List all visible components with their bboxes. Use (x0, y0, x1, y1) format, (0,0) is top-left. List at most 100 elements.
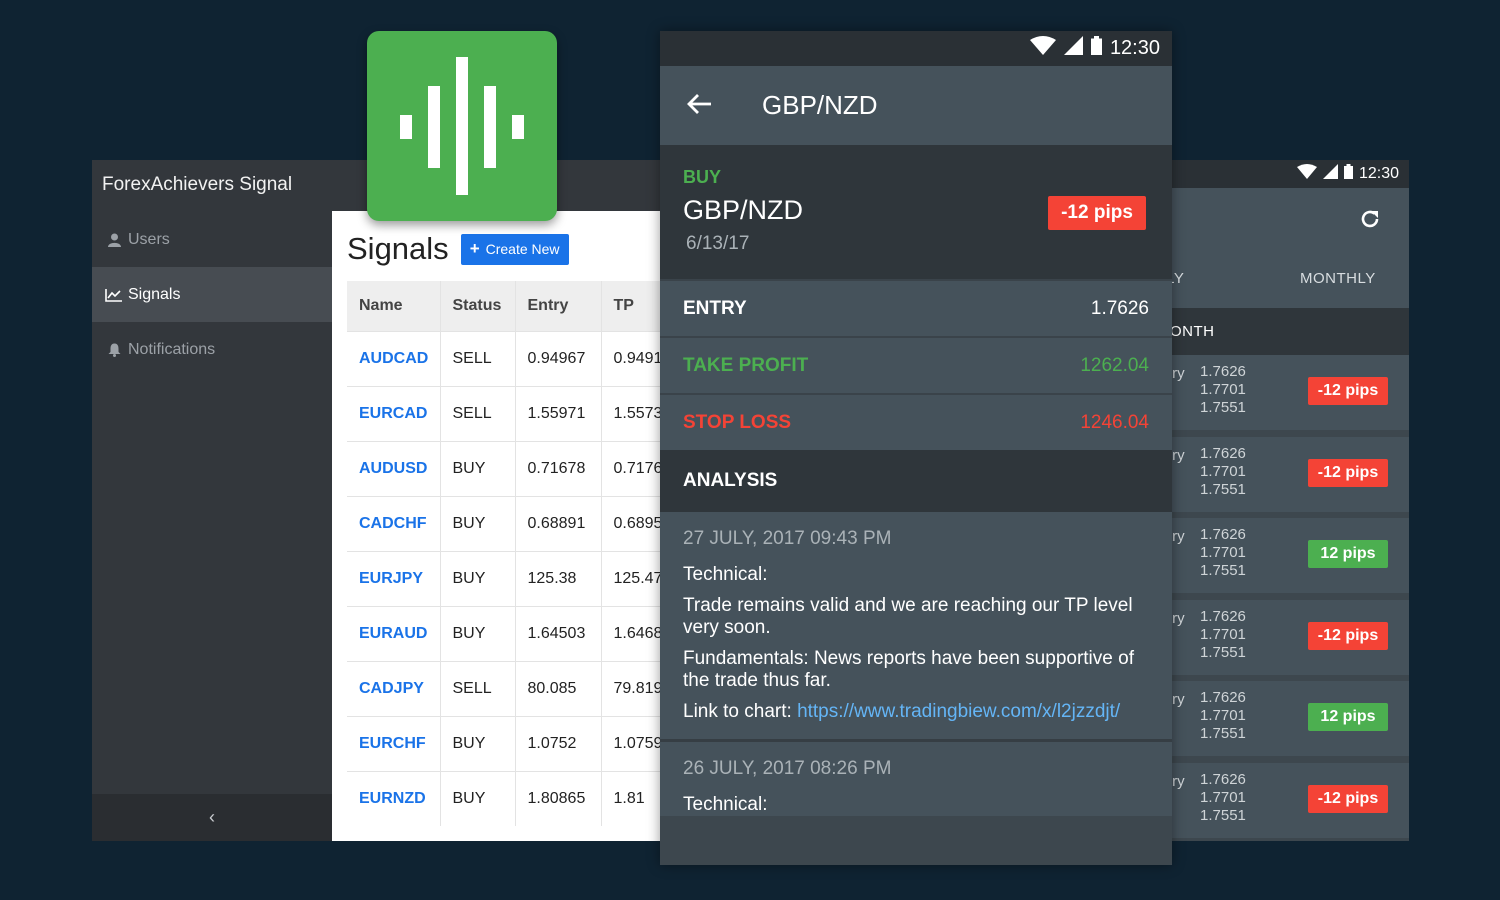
table-row[interactable]: EURAUD BUY 1.64503 1.6468 (347, 605, 681, 661)
signal-summary: BUY GBP/NZD 6/13/17 -12 pips (660, 145, 1172, 279)
table-row[interactable]: EURNZD BUY 1.80865 1.81 (347, 770, 681, 826)
analysis-post: 27 JULY, 2017 09:43 PM Technical: Trade … (660, 512, 1172, 742)
alert-tp-value: 1.7701 (1200, 544, 1246, 561)
table-row[interactable]: CADJPY SELL 80.085 79.819 (347, 660, 681, 716)
logo-bar (400, 115, 412, 139)
post-date: 27 JULY, 2017 09:43 PM (683, 528, 892, 549)
chart-link[interactable]: https://www.tradingbiew.com/x/l2jzzdjt/ (797, 701, 1120, 722)
signal-detail-phone: 12:30 GBP/NZD BUY GBP/NZD 6/13/17 -12 pi… (660, 31, 1172, 865)
signals-table-body: AUDCAD SELL 0.94967 0.9491 EURCAD SELL 1.55971… (347, 330, 681, 826)
alert-sl-value: 1.7551 (1200, 806, 1246, 824)
table-row[interactable]: EURCHF BUY 1.0752 1.0759 (347, 715, 681, 771)
stop-loss-row: STOP LOSS 1246.04 (660, 393, 1172, 450)
alert-values: 1.7626 1.7701 1.7551 (1200, 526, 1246, 580)
table-header-row: Name Status Entry TP (347, 281, 681, 331)
take-profit-row: TAKE PROFIT 1262.04 (660, 336, 1172, 393)
pips-badge: -12 pips (1308, 621, 1388, 650)
bell-icon (104, 343, 124, 357)
signal-icon (1322, 164, 1338, 184)
refresh-icon[interactable] (1359, 208, 1381, 237)
cell-name[interactable]: EURJPY (347, 550, 440, 606)
alert-entry-value: 1.7626 (1200, 689, 1246, 706)
alert-sl-value: 1.7551 (1200, 562, 1246, 579)
battery-icon (1090, 36, 1102, 61)
cell-name[interactable]: CADCHF (347, 495, 440, 551)
alert-values: 1.7626 1.7701 1.7551 (1200, 689, 1246, 743)
alert-sl-value: 1.7551 (1200, 725, 1246, 742)
signal-type: BUY (683, 167, 722, 187)
alert-entry-value: 1.7626 (1200, 363, 1246, 380)
alert-entry-value: 1.7626 (1200, 444, 1246, 462)
cell-entry: 0.68891 (514, 495, 601, 551)
analysis-post: 26 JULY, 2017 08:26 PM Technical: (660, 742, 1172, 816)
column-header-status[interactable]: Status (439, 281, 515, 331)
pips-badge: -12 pips (1308, 458, 1388, 487)
signal-icon (1063, 36, 1083, 61)
app-logo (367, 31, 557, 221)
post-link-label: Link to chart: (683, 701, 798, 722)
status-bar: 12:30 (660, 31, 1172, 66)
detail-appbar: GBP/NZD (660, 66, 1172, 145)
pips-badge: -12 pips (1308, 784, 1388, 813)
column-header-name[interactable]: Name (347, 281, 440, 331)
column-header-entry[interactable]: Entry (514, 281, 601, 331)
cell-status: BUY (439, 550, 515, 606)
chart-line-icon (104, 288, 124, 302)
cell-name[interactable]: EURNZD (347, 770, 440, 826)
pips-badge: 12 pips (1308, 703, 1388, 731)
sidebar-item-label: Notifications (128, 340, 216, 358)
chevron-left-icon: ‹ (209, 807, 215, 827)
battery-icon (1343, 164, 1353, 184)
sidebar-collapse-button[interactable]: ‹ (92, 794, 332, 841)
logo-bar (484, 86, 496, 168)
sidebar-item-notifications[interactable]: Notifications (92, 322, 332, 377)
cell-name[interactable]: AUDCAD (347, 330, 440, 386)
logo-bar (456, 57, 468, 195)
cell-status: BUY (439, 495, 515, 551)
post-date: 26 JULY, 2017 08:26 PM (683, 758, 892, 779)
table-row[interactable]: CADCHF BUY 0.68891 0.6895 (347, 495, 681, 551)
cell-entry: 0.71678 (514, 440, 601, 496)
alert-tp-value: 1.7701 (1200, 707, 1246, 724)
back-arrow-icon[interactable] (660, 90, 740, 122)
post-technical: Technical: (683, 794, 768, 815)
cell-entry: 1.0752 (514, 715, 601, 771)
alert-values: 1.7626 1.7701 1.7551 (1200, 771, 1246, 825)
cell-entry: 1.64503 (514, 605, 601, 661)
post-link-line: Link to chart: https://www.tradingbiew.c… (683, 701, 1149, 723)
cell-status: SELL (439, 660, 515, 716)
table-row[interactable]: EURCAD SELL 1.55971 1.5573 (347, 385, 681, 441)
alert-tp-value: 1.7701 (1200, 625, 1246, 643)
sidebar-item-label: Signals (128, 285, 181, 303)
cell-entry: 1.55971 (514, 385, 601, 441)
alert-tp-value: 1.7701 (1200, 462, 1246, 480)
signal-pair: GBP/NZD (683, 195, 804, 225)
content-header: Signals + Create New (347, 231, 569, 267)
tab-monthly[interactable]: MONTHLY (1300, 270, 1376, 287)
status-time: 12:30 (1358, 165, 1399, 182)
cell-entry: 125.38 (514, 550, 601, 606)
sidebar-item-label: Users (128, 230, 170, 248)
sidebar-item-signals[interactable]: Signals (92, 267, 332, 322)
alert-sl-value: 1.7551 (1200, 643, 1246, 661)
cell-status: BUY (439, 770, 515, 826)
cell-name[interactable]: CADJPY (347, 660, 440, 716)
alert-entry-value: 1.7626 (1200, 526, 1246, 543)
table-row[interactable]: AUDUSD BUY 0.71678 0.7176 (347, 440, 681, 496)
wifi-icon (1029, 36, 1056, 61)
create-new-button[interactable]: + Create New (460, 233, 569, 265)
cell-name[interactable]: EURCHF (347, 715, 440, 771)
detail-title: GBP/NZD (762, 90, 878, 120)
table-row[interactable]: AUDCAD SELL 0.94967 0.9491 (347, 330, 681, 386)
cell-name[interactable]: EURAUD (347, 605, 440, 661)
cell-name[interactable]: EURCAD (347, 385, 440, 441)
status-time: 12:30 (1109, 37, 1160, 59)
take-profit-label: TAKE PROFIT (683, 354, 809, 376)
alert-tp-value: 1.7701 (1200, 788, 1246, 806)
signals-table: Name Status Entry TP AUDCAD SELL 0.94967 0.… (347, 281, 681, 826)
alert-sl-value: 1.7551 (1200, 480, 1246, 498)
table-row[interactable]: EURJPY BUY 125.38 125.47 (347, 550, 681, 606)
stop-loss-label: STOP LOSS (683, 411, 792, 433)
cell-name[interactable]: AUDUSD (347, 440, 440, 496)
sidebar-item-users[interactable]: Users (92, 212, 332, 267)
